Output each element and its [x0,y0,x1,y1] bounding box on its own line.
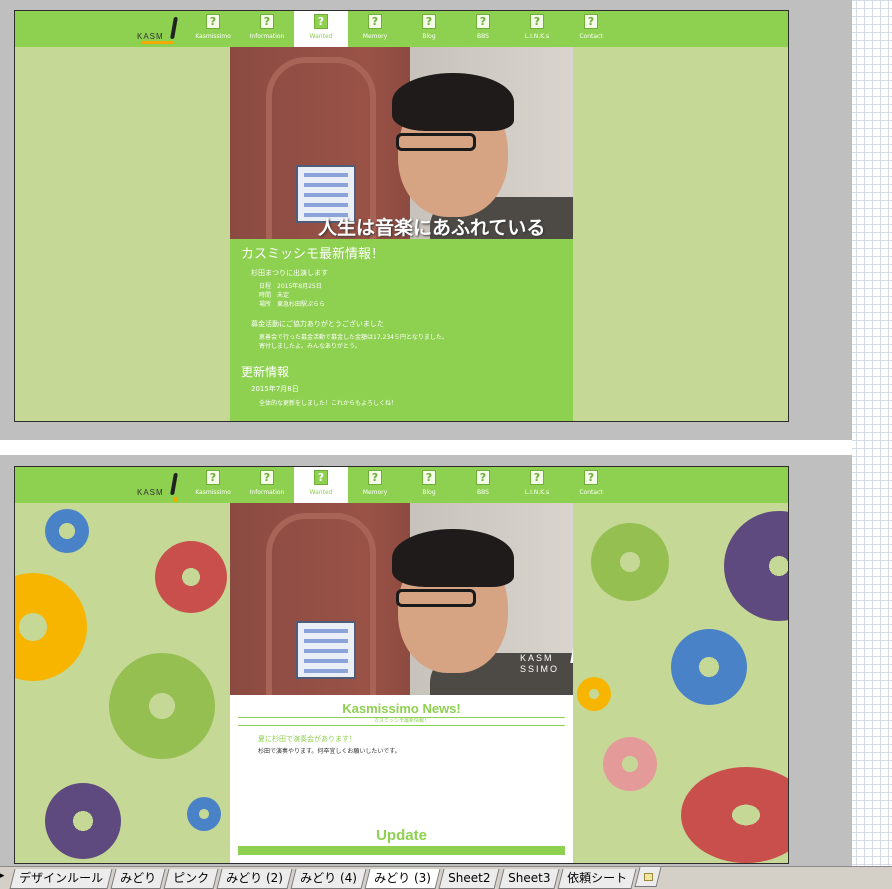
hero-photo: KASM SSIMO [230,503,573,695]
question-icon: ? [206,14,220,29]
nav-item-wanted[interactable]: ? Wanted [294,467,348,503]
question-icon: ? [584,14,598,29]
nav-item-blog[interactable]: ? Blog [402,467,456,503]
kasmissimo-logo[interactable]: KASM [137,15,185,45]
update-heading: Update [376,827,427,844]
news-item-title: 杉田まつりに出演します [251,269,328,277]
sheet-tab[interactable]: ピンク [163,869,219,889]
decor-disc [187,797,221,831]
news-item-body: 杉田で演奏やります。何卒宜しくお願いしたいです。 [258,748,401,755]
nav-item-contact[interactable]: ? Contact [564,467,618,503]
decor-disc [109,653,215,759]
update-bar [238,846,565,855]
nav-item-bbs[interactable]: ? BBS [456,11,510,47]
news-section: カスミッシモ最新情報！ 杉田まつりに出演します 日程 2015年8月25日 時間… [230,239,573,421]
photo-logo-overlay: KASM SSIMO [520,643,573,675]
main-content: 人生は音楽にあふれている カスミッシモ最新情報！ 杉田まつりに出演します 日程 … [230,47,573,421]
decor-disc [671,629,747,705]
news-item-body: 恵善会で行った募金活動で募金した金額は17,234５円となりました。 寄付しまし… [259,334,448,350]
nav-item-kasmissimo[interactable]: ? Kasmissimo [186,467,240,503]
nav-item-kasmissimo[interactable]: ? Kasmissimo [186,11,240,47]
nav-item-memory[interactable]: ? Memory [348,11,402,47]
nav-item-blog[interactable]: ? Blog [402,11,456,47]
website-mockup-green: KASM ? Kasmissimo ? Information ? Wanted ? M… [14,10,789,422]
sheet-tab[interactable]: Sheet2 [438,869,500,889]
question-icon: ? [584,470,598,485]
sheet-tab[interactable]: みどり [110,869,166,889]
sheet-tab-bar: ▸ デザインルール みどり ピンク みどり (2) みどり (4) みどり (3… [0,866,892,889]
global-nav: KASM ? Kasmissimo ? Information ? Wanted ? M… [15,467,788,503]
decor-disc [591,523,669,601]
page-break [0,440,852,455]
question-icon: ? [422,470,436,485]
decor-disc [681,767,788,863]
question-icon: ? [314,14,328,29]
nav-item-memory[interactable]: ? Memory [348,467,402,503]
nav-item-bbs[interactable]: ? BBS [456,467,510,503]
question-icon: ? [260,14,274,29]
insert-sheet-icon[interactable] [634,867,662,887]
kasmissimo-logo[interactable]: KASM [137,471,185,502]
question-icon: ? [476,14,490,29]
decor-disc [603,737,657,791]
news-item-title: 夏に杉田で演奏会があります！ [258,735,356,743]
question-icon: ? [368,14,382,29]
sheet-tab[interactable]: Sheet3 [498,869,560,889]
update-heading: 更新情報 [241,365,290,379]
global-nav: KASM ? Kasmissimo ? Information ? Wanted ? M… [15,11,788,47]
decor-disc [724,511,788,621]
news-heading: カスミッシモ最新情報！ [241,247,385,262]
decor-disc [45,783,121,859]
nav-item-wanted[interactable]: ? Wanted [294,11,348,47]
sheet-tab-active[interactable]: みどり (3) [364,869,441,889]
nav-item-links[interactable]: ? L.I.N.K.s [510,467,564,503]
nav-item-information[interactable]: ? Information [240,467,294,503]
news-section: Kasmissimo News! カスミッシモ最新情報！ 夏に杉田で演奏会があり… [230,695,573,863]
nav-item-links[interactable]: ? L.I.N.K.s [510,11,564,47]
question-icon: ? [206,470,220,485]
question-icon: ? [476,470,490,485]
news-tagline: カスミッシモ最新情報！ [238,717,565,726]
update-text: 全体的な更新をしました！これからもよろしくね！ [259,400,398,407]
main-content: KASM SSIMO Kasmissimo News! カスミッシモ最新情報！ … [230,503,573,863]
question-icon: ? [530,470,544,485]
decor-disc [155,541,227,613]
sheet-tabs: デザインルール みどり ピンク みどり (2) みどり (4) みどり (3) … [9,867,662,889]
website-mockup-dots: KASM ? Kasmissimo ? Information ? Wanted ? M… [14,466,789,864]
news-item-title: 募金活動にご協力ありがとうございました [251,320,384,328]
question-icon: ? [368,470,382,485]
question-icon: ? [530,14,544,29]
decor-disc [15,573,87,681]
question-icon: ? [422,14,436,29]
news-heading: Kasmissimo News! [342,701,461,716]
sheet-tab[interactable]: 依頼シート [557,869,637,889]
question-icon: ? [260,470,274,485]
nav-item-information[interactable]: ? Information [240,11,294,47]
update-date: 2015年7月8日 [251,385,299,393]
hero-photo: 人生は音楽にあふれている [230,47,573,239]
decor-disc [45,509,89,553]
question-icon: ? [314,470,328,485]
nav-item-contact[interactable]: ? Contact [564,11,618,47]
decor-disc [577,677,611,711]
sheet-tab[interactable]: みどり (4) [290,869,367,889]
tab-scroll-icon[interactable]: ▸ [0,871,5,881]
news-item-details: 日程 2015年8月25日 時間 未定 場所 東急杉田駅ぷらら [259,283,326,308]
sheet-tab[interactable]: デザインルール [9,869,113,889]
hero-catchcopy: 人生は音楽にあふれている [318,217,546,239]
door-notice [296,621,356,679]
sheet-tab[interactable]: みどり (2) [216,869,293,889]
